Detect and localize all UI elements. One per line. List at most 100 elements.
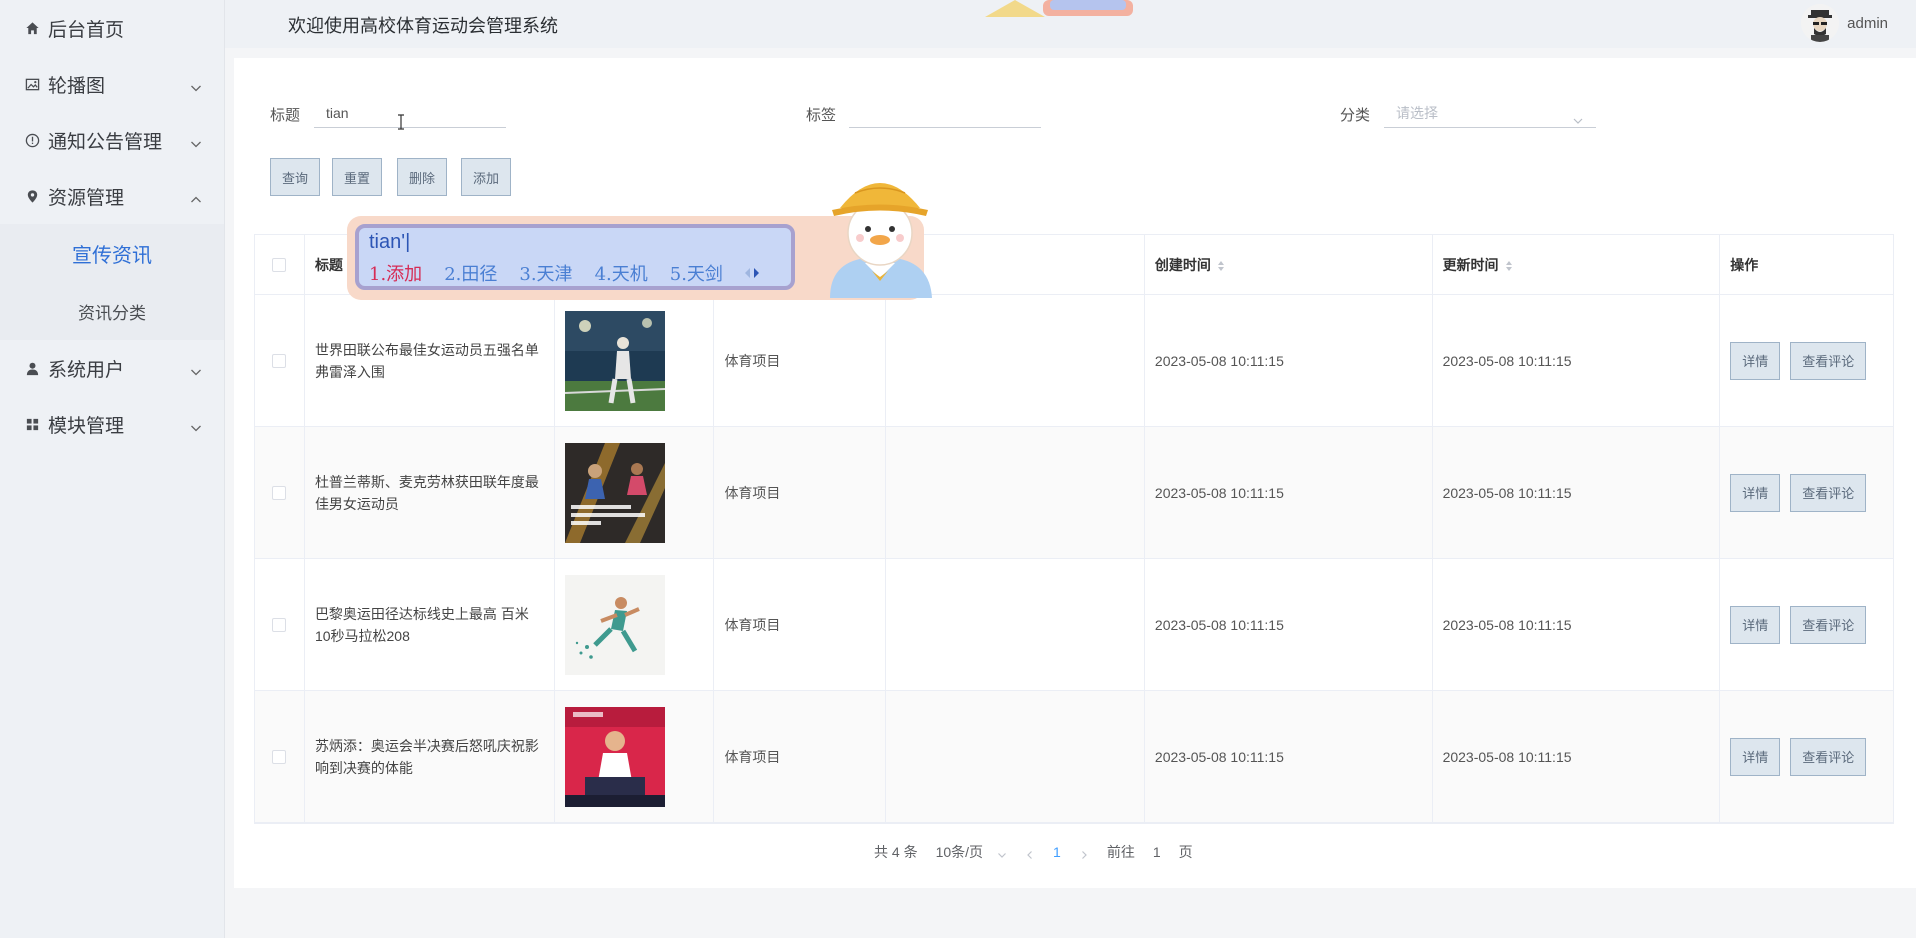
row-title: 苏炳添：奥运会半决赛后怒吼庆祝影响到决赛的体能 [314,737,539,776]
ime-candidate-list: 1.添加 2.田径 3.天津 4.天机 5.天剑 [369,260,761,286]
prev-page-icon[interactable] [1025,847,1035,859]
actions-cell: 详情 查看评论 [1720,295,1893,426]
page-number[interactable]: 1 [1053,844,1061,860]
chevron-down-icon [1572,107,1584,124]
row-check-cell [255,559,305,690]
row-title: 世界田联公布最佳女运动员五强名单 弗雷泽入围 [314,341,539,380]
sidebar-item-label: 模块管理 [48,415,125,437]
row-checkbox[interactable] [272,749,287,764]
select-all-cell [255,235,305,294]
category-cell: 体育项目 [714,427,887,558]
table-row: 巴黎奥运田径达标线史上最高 百米10秒马拉松208 体育项目 2023-05-0… [255,559,1893,691]
ime-composition: tian'| [369,231,411,253]
sidebar-item-label: 系统用户 [48,359,125,381]
sidebar-subitem-news-category[interactable]: 资讯分类 [0,282,224,340]
sidebar-item-resources[interactable]: 资源管理 [0,168,224,224]
tag-filter-input[interactable] [849,98,1041,128]
row-checkbox[interactable] [272,485,287,500]
sidebar-item-carousel[interactable]: 轮播图 [0,56,224,112]
sidebar-subitem-publicity-news[interactable]: 宣传资讯 [0,224,224,282]
user-menu[interactable]: admin [1801,4,1888,42]
tag-cell [886,295,1145,426]
grid-icon [24,416,40,432]
detail-button[interactable]: 详情 [1730,341,1781,380]
title-cell: 巴黎奥运田径达标线史上最高 百米10秒马拉松208 [305,559,555,690]
actions-cell: 详情 查看评论 [1720,691,1893,822]
sidebar-item-label: 轮播图 [48,75,106,97]
title-cell: 杜普兰蒂斯、麦克劳林获田联年度最佳男女运动员 [305,427,555,558]
sidebar-item-label: 后台首页 [48,19,125,41]
page-size-value: 10条/页 [935,844,984,860]
pagination: 共 4 条 10条/页 1 前往 1 页 [874,842,1211,862]
updated-cell: 2023-05-08 10:11:15 [1433,691,1721,822]
updated-cell: 2023-05-08 10:11:15 [1433,559,1721,690]
total-count: 共 4 条 [874,844,918,860]
created-cell: 2023-05-08 10:11:15 [1145,295,1433,426]
duck-mascot-icon [810,163,945,298]
location-icon [24,188,40,204]
tag-filter-label: 标签 [806,107,837,124]
goto-prefix: 前往 [1106,844,1135,860]
news-thumbnail [564,706,665,807]
sidebar-item-label: 资源管理 [48,187,125,209]
category-cell: 体育项目 [714,691,887,822]
title-filter-input[interactable] [314,98,506,128]
ime-candidate[interactable]: 3.天津 [519,260,572,286]
row-checkbox[interactable] [272,353,287,368]
ime-candidate[interactable]: 5.天剑 [670,260,723,286]
created-cell: 2023-05-08 10:11:15 [1145,691,1433,822]
main-content: 标题 标签 分类 请选择 查询 重置 删除 添加 标题 创建时间 更新时间 [234,58,1916,888]
sidebar-item-modules[interactable]: 模块管理 [0,396,224,452]
chevron-down-icon [190,418,202,432]
next-page-icon[interactable] [1079,847,1089,859]
category-filter-label: 分类 [1340,107,1371,124]
ime-candidate[interactable]: 1.添加 [369,260,422,286]
col-created-label: 创建时间 [1154,256,1211,273]
add-button[interactable]: 添加 [461,158,511,196]
row-title: 杜普兰蒂斯、麦克劳林获田联年度最佳男女运动员 [314,473,539,512]
view-comments-button[interactable]: 查看评论 [1790,737,1867,776]
chevron-up-icon [190,190,202,203]
news-thumbnail [564,574,665,675]
category-select[interactable]: 请选择 [1384,98,1596,128]
tag-cell [886,691,1145,822]
detail-button[interactable]: 详情 [1730,605,1781,644]
tag-cell [886,427,1145,558]
view-comments-button[interactable]: 查看评论 [1790,341,1867,380]
detail-button[interactable]: 详情 [1730,473,1781,512]
ime-page-arrows-icon[interactable] [743,260,761,286]
sort-icon[interactable] [1217,259,1225,271]
view-comments-button[interactable]: 查看评论 [1790,473,1867,512]
sidebar-item-system-users[interactable]: 系统用户 [0,340,224,396]
chevron-down-icon [190,134,202,148]
sidebar-item-notices[interactable]: 通知公告管理 [0,112,224,168]
col-updated-label: 更新时间 [1442,256,1499,273]
sort-icon[interactable] [1505,259,1513,271]
ime-candidate[interactable]: 2.田径 [444,260,497,286]
delete-button[interactable]: 删除 [397,158,447,196]
select-all-checkbox[interactable] [272,257,287,272]
col-updated[interactable]: 更新时间 [1433,235,1721,294]
category-cell: 体育项目 [714,559,887,690]
row-checkbox[interactable] [272,617,287,632]
page-size-select[interactable]: 10条/页 [936,842,1007,862]
category-select-placeholder: 请选择 [1396,105,1438,121]
row-check-cell [255,691,305,822]
actions-cell: 详情 查看评论 [1720,559,1893,690]
ime-panel: tian'| 1.添加 2.田径 3.天津 4.天机 5.天剑 [355,224,795,290]
sidebar: 后台首页 轮播图 通知公告管理 资源管理 宣传资讯 资讯分类 系统用户 模块管理 [0,0,225,938]
image-cell [555,559,715,690]
text-cursor-icon [397,114,405,130]
view-comments-button[interactable]: 查看评论 [1790,605,1867,644]
goto-input[interactable]: 1 [1153,844,1161,860]
created-cell: 2023-05-08 10:11:15 [1145,559,1433,690]
chevron-down-icon [190,78,202,92]
ime-candidate[interactable]: 4.天机 [595,260,648,286]
news-table: 标题 创建时间 更新时间 操作 世界田联公布最佳女运动员五强名单 弗雷泽入围 体… [254,234,1894,824]
col-created[interactable]: 创建时间 [1145,235,1433,294]
query-button[interactable]: 查询 [270,158,320,196]
sidebar-item-label: 通知公告管理 [48,131,163,153]
reset-button[interactable]: 重置 [332,158,382,196]
detail-button[interactable]: 详情 [1730,737,1781,776]
sidebar-item-home[interactable]: 后台首页 [0,0,224,56]
